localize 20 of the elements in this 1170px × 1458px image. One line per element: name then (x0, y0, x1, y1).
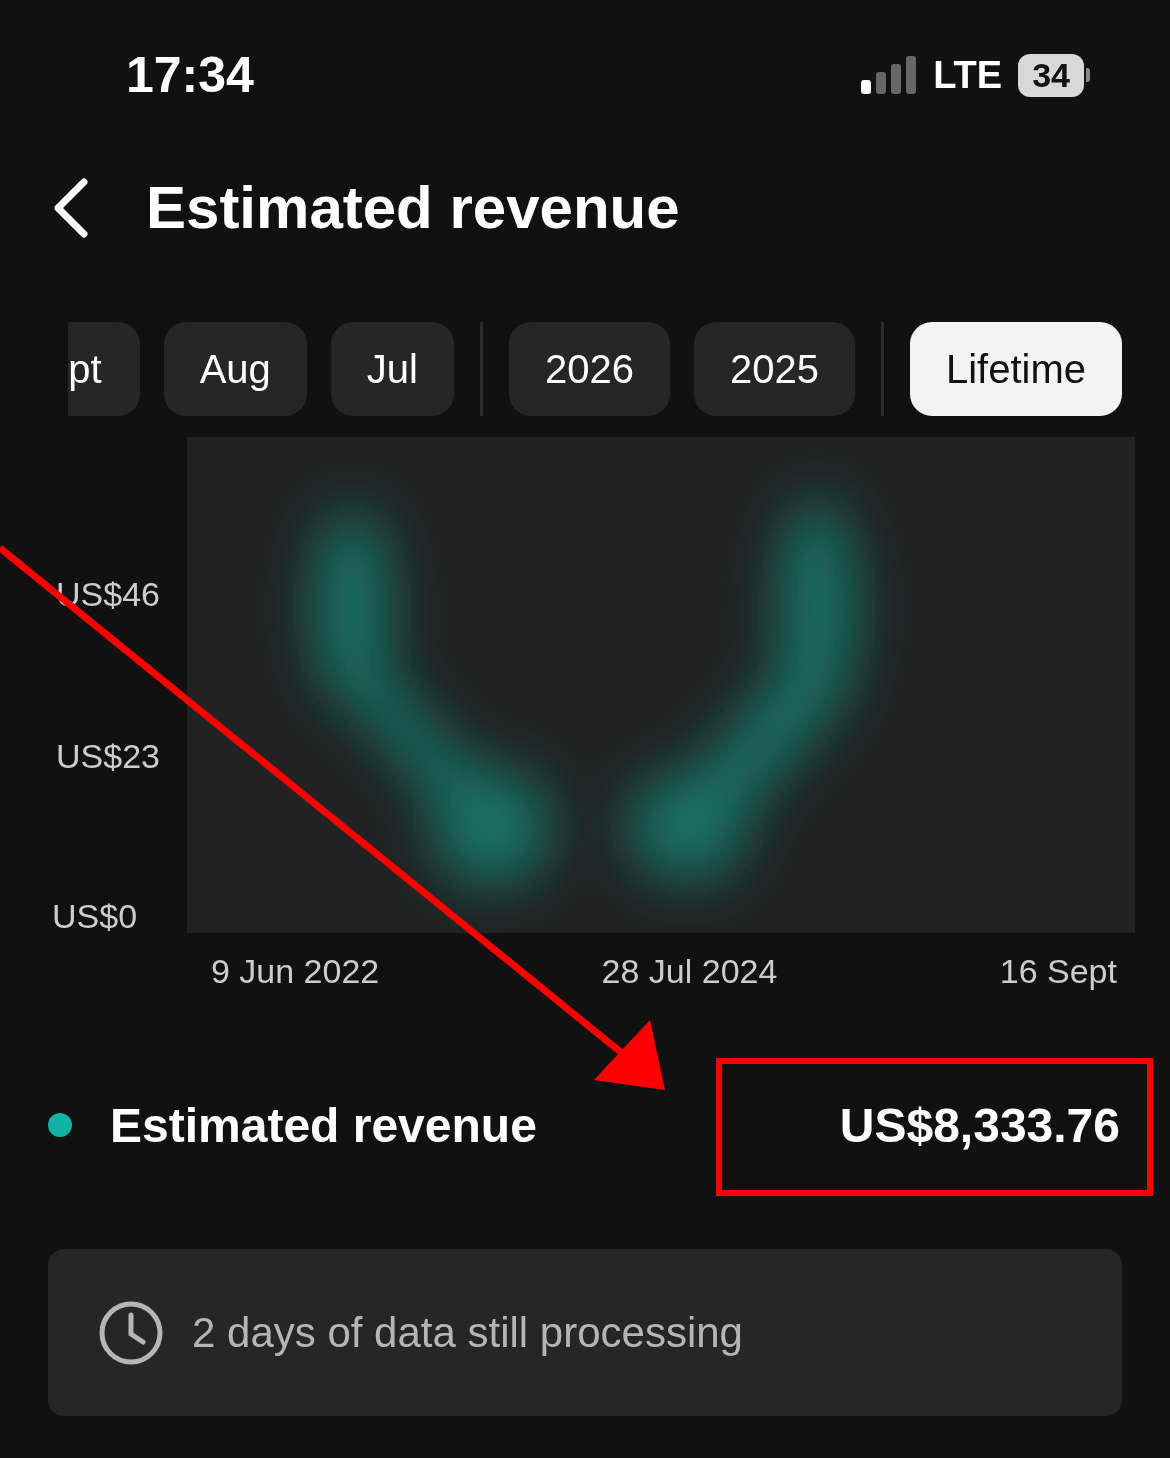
network-label: LTE (933, 53, 1003, 97)
period-tab[interactable]: Aug (163, 322, 307, 416)
y-axis-label: US$0 (52, 897, 138, 936)
back-icon[interactable] (52, 177, 88, 238)
period-tab[interactable]: 2026 (508, 322, 670, 416)
period-tab[interactable]: pt (68, 322, 140, 416)
notice-text: 2 days of data still processing (192, 1308, 743, 1357)
legend-label: Estimated revenue (110, 1097, 538, 1153)
x-axis-label: 28 Jul 2024 (601, 951, 778, 991)
period-tab[interactable]: Jul (330, 322, 454, 416)
status-time: 17:34 (126, 46, 255, 104)
page-title: Estimated revenue (146, 173, 680, 242)
y-axis-label: US$23 (56, 737, 160, 776)
x-axis-label: 9 Jun 2022 (211, 951, 380, 991)
revenue-total: US$8,333.76 (839, 1097, 1120, 1153)
x-axis-label: 16 Sept (999, 951, 1117, 991)
clock-icon (98, 1299, 164, 1366)
period-tab[interactable]: Lifetime (909, 322, 1122, 416)
period-tab[interactable]: 2025 (693, 322, 855, 416)
battery-icon: 34 (1018, 53, 1084, 97)
